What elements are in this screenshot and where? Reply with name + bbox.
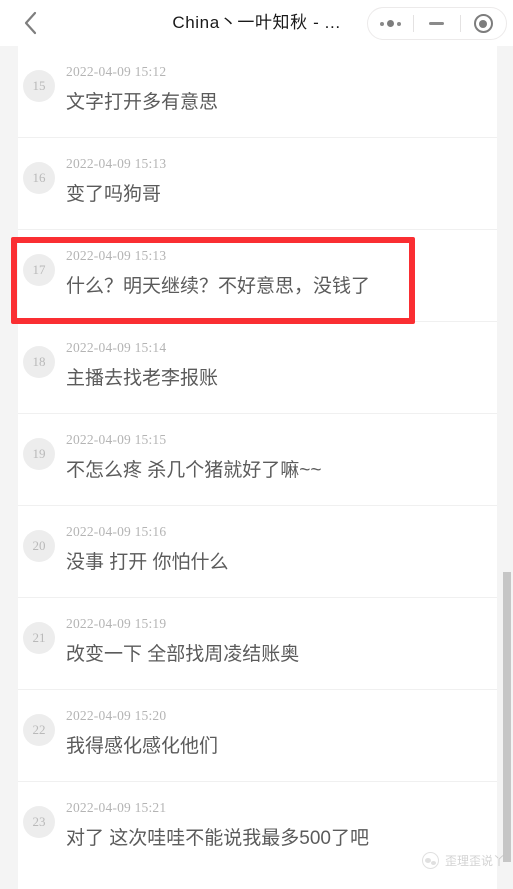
message-text: 我得感化感化他们 bbox=[66, 736, 219, 757]
message-index-badge: 18 bbox=[23, 346, 55, 378]
record-button[interactable] bbox=[461, 7, 506, 40]
message-text: 没事 打开 你怕什么 bbox=[66, 552, 229, 573]
message-list: 15 2022-04-09 15:12 文字打开多有意思 16 2022-04-09 1… bbox=[18, 46, 497, 889]
message-text: 改变一下 全部找周凌结账奥 bbox=[66, 644, 300, 665]
message-content: 2022-04-09 15:14 主播去找老李报账 bbox=[66, 339, 497, 392]
message-row[interactable]: 22 2022-04-09 15:20 我得感化感化他们 bbox=[18, 690, 497, 782]
message-timestamp: 2022-04-09 15:13 bbox=[66, 156, 167, 171]
message-row[interactable]: 19 2022-04-09 15:15 不怎么疼 杀几个猪就好了嘛~~ bbox=[18, 414, 497, 506]
scrollbar-thumb[interactable] bbox=[503, 572, 511, 862]
message-timestamp: 2022-04-09 15:20 bbox=[66, 708, 167, 723]
message-index-badge: 15 bbox=[23, 70, 55, 102]
title-bar: China丶一叶知秋 - ... bbox=[0, 0, 513, 46]
watermark-label: 歪理歪说丫 bbox=[444, 853, 505, 868]
wechat-logo-icon bbox=[421, 852, 439, 869]
message-text: 主播去找老李报账 bbox=[66, 368, 219, 389]
message-row[interactable]: 20 2022-04-09 15:16 没事 打开 你怕什么 bbox=[18, 506, 497, 598]
message-timestamp: 2022-04-09 15:16 bbox=[66, 524, 167, 539]
message-row[interactable]: 18 2022-04-09 15:14 主播去找老李报账 bbox=[18, 322, 497, 414]
message-content: 2022-04-09 15:12 文字打开多有意思 bbox=[66, 63, 497, 116]
minimize-button[interactable] bbox=[414, 7, 459, 40]
message-timestamp: 2022-04-09 15:13 bbox=[66, 248, 167, 263]
message-content: 2022-04-09 15:15 不怎么疼 杀几个猪就好了嘛~~ bbox=[66, 431, 497, 484]
message-content: 2022-04-09 15:21 对了 这次哇哇不能说我最多500了吧 bbox=[66, 799, 497, 852]
scrollbar-track[interactable] bbox=[502, 46, 513, 889]
circle-dot-icon bbox=[473, 14, 493, 33]
message-content: 2022-04-09 15:20 我得感化感化他们 bbox=[66, 707, 497, 760]
message-timestamp: 2022-04-09 15:19 bbox=[66, 616, 167, 631]
message-scroll-area[interactable]: 15 2022-04-09 15:12 文字打开多有意思 16 2022-04-09 1… bbox=[0, 46, 513, 889]
message-index-badge: 22 bbox=[23, 714, 55, 746]
message-timestamp: 2022-04-09 15:14 bbox=[66, 340, 167, 355]
message-content: 2022-04-09 15:13 什么？明天继续？不好意思，没钱了 bbox=[66, 247, 497, 300]
three-dots-icon bbox=[380, 20, 402, 27]
message-text: 不怎么疼 杀几个猪就好了嘛~~ bbox=[66, 460, 322, 481]
watermark: 歪理歪说丫 bbox=[421, 852, 505, 869]
message-index-badge: 23 bbox=[23, 806, 55, 838]
message-row[interactable]: 21 2022-04-09 15:19 改变一下 全部找周凌结账奥 bbox=[18, 598, 497, 690]
message-content: 2022-04-09 15:16 没事 打开 你怕什么 bbox=[66, 523, 497, 576]
message-index-badge: 17 bbox=[23, 254, 55, 286]
message-timestamp: 2022-04-09 15:21 bbox=[66, 800, 167, 815]
message-timestamp: 2022-04-09 15:12 bbox=[66, 64, 167, 79]
message-row[interactable]: 15 2022-04-09 15:12 文字打开多有意思 bbox=[18, 46, 497, 138]
message-content: 2022-04-09 15:13 变了吗狗哥 bbox=[66, 155, 497, 208]
message-row[interactable]: 16 2022-04-09 15:13 变了吗狗哥 bbox=[18, 138, 497, 230]
app-window: China丶一叶知秋 - ... 15 2022-04-09 15:12 文字打开多… bbox=[0, 0, 513, 889]
message-index-badge: 19 bbox=[23, 438, 55, 470]
message-text: 文字打开多有意思 bbox=[66, 92, 219, 113]
message-index-badge: 16 bbox=[23, 162, 55, 194]
message-index-badge: 20 bbox=[23, 530, 55, 562]
message-row[interactable]: 17 2022-04-09 15:13 什么？明天继续？不好意思，没钱了 bbox=[18, 230, 497, 322]
message-text: 什么？明天继续？不好意思，没钱了 bbox=[66, 276, 371, 297]
message-text: 变了吗狗哥 bbox=[66, 184, 162, 205]
message-content: 2022-04-09 15:19 改变一下 全部找周凌结账奥 bbox=[66, 615, 497, 668]
message-timestamp: 2022-04-09 15:15 bbox=[66, 432, 167, 447]
message-index-badge: 21 bbox=[23, 622, 55, 654]
window-controls bbox=[367, 7, 507, 40]
message-text: 对了 这次哇哇不能说我最多500了吧 bbox=[66, 828, 369, 849]
more-options-button[interactable] bbox=[368, 7, 413, 40]
minus-icon bbox=[429, 22, 445, 25]
